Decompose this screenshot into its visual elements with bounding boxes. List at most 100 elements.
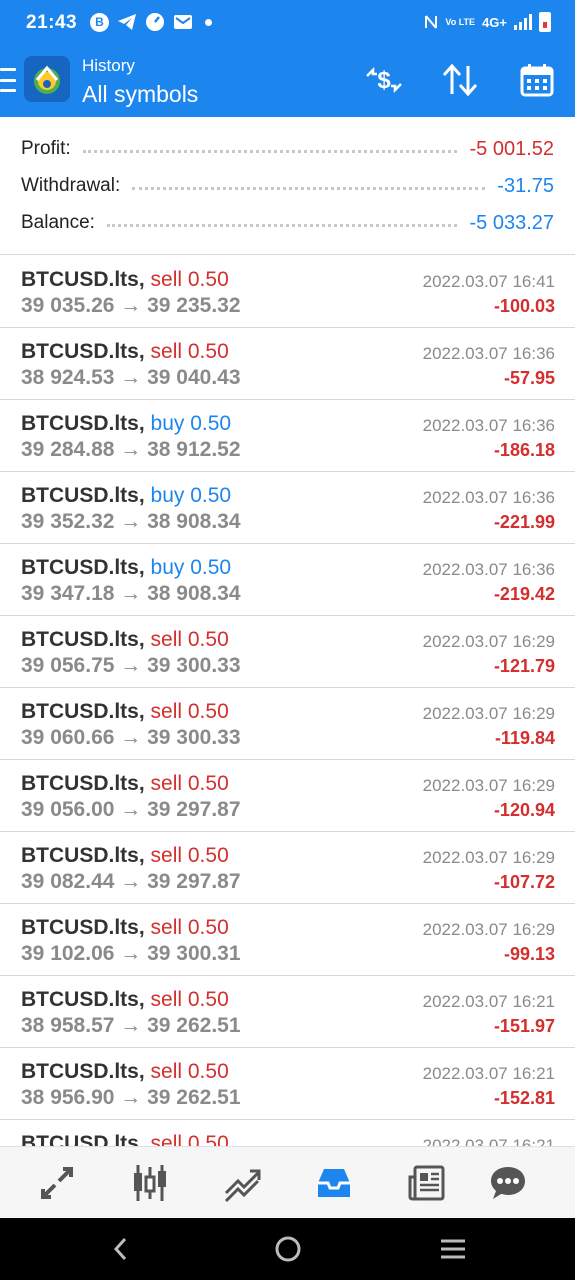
- deals-list[interactable]: BTCUSD.lts, sell 0.50 39 035.26 → 39 235.…: [0, 256, 575, 1146]
- deal-time: 2022.03.07 16:29: [422, 704, 555, 723]
- deal-row[interactable]: BTCUSD.lts, sell 0.50 2022.03.07 16:21: [0, 1120, 575, 1146]
- deal-symbol: BTCUSD.lts,: [21, 628, 145, 651]
- deal-row[interactable]: BTCUSD.lts, sell 0.50 38 958.57 → 39 262.…: [0, 976, 575, 1048]
- menu-icon[interactable]: [0, 68, 16, 92]
- mail-icon: [174, 15, 192, 29]
- deal-symbol: BTCUSD.lts,: [21, 916, 145, 939]
- deal-time: 2022.03.07 16:36: [422, 488, 555, 507]
- deal-time: 2022.03.07 16:21: [422, 1136, 555, 1146]
- sort-icon[interactable]: [440, 60, 480, 100]
- deal-time: 2022.03.07 16:41: [422, 272, 555, 291]
- history-icon[interactable]: [311, 1161, 357, 1205]
- deal-profit: -151.97: [493, 1016, 555, 1036]
- bottom-nav: [0, 1146, 575, 1218]
- dotted-leader: [132, 186, 486, 190]
- deal-row[interactable]: BTCUSD.lts, sell 0.50 38 956.90 → 39 262.…: [0, 1048, 575, 1120]
- status-system-icons: Vo LTE 4G+: [424, 12, 551, 32]
- network-label: 4G+: [482, 14, 507, 30]
- deal-profit: -99.13: [503, 944, 555, 964]
- deal-row[interactable]: BTCUSD.lts, sell 0.50 39 082.44 → 39 297.…: [0, 832, 575, 904]
- status-bar: 21:43 B Vo LTE 4G+: [0, 0, 575, 48]
- deal-row[interactable]: BTCUSD.lts, sell 0.50 39 056.75 → 39 300.…: [0, 616, 575, 688]
- deal-symbol: BTCUSD.lts,: [21, 772, 145, 795]
- deal-symbol: BTCUSD.lts,: [21, 844, 145, 867]
- deal-prices: 39 082.44 → 39 297.87: [21, 870, 241, 893]
- back-icon[interactable]: [106, 1234, 136, 1264]
- nfc-icon: [425, 15, 438, 29]
- header-subtitle: History: [82, 56, 135, 75]
- deal-symbol: BTCUSD.lts,: [21, 340, 145, 363]
- deal-side: sell 0.50: [150, 1132, 229, 1146]
- deal-symbol-line: BTCUSD.lts, buy 0.50: [21, 484, 231, 508]
- profit-label: Profit:: [21, 138, 71, 159]
- deal-row[interactable]: BTCUSD.lts, buy 0.50 39 284.88 → 38 912.5…: [0, 400, 575, 472]
- deal-prices: 38 956.90 → 39 262.51: [21, 1086, 241, 1109]
- deal-symbol-line: BTCUSD.lts, sell 0.50: [21, 916, 229, 940]
- deal-row[interactable]: BTCUSD.lts, buy 0.50 39 352.32 → 38 908.3…: [0, 472, 575, 544]
- deal-symbol: BTCUSD.lts,: [21, 1060, 145, 1083]
- dotted-leader: [106, 223, 458, 227]
- deal-symbol-line: BTCUSD.lts, sell 0.50: [21, 700, 229, 724]
- deal-side: sell 0.50: [150, 1060, 229, 1083]
- app-logo[interactable]: [24, 56, 70, 102]
- deal-profit: -57.95: [503, 368, 555, 388]
- deal-time: 2022.03.07 16:21: [422, 1064, 555, 1083]
- news-icon[interactable]: [404, 1161, 450, 1205]
- speedometer-icon: [146, 13, 164, 31]
- withdrawal-label: Withdrawal:: [21, 175, 121, 196]
- recents-icon[interactable]: [438, 1234, 468, 1264]
- deal-side: sell 0.50: [150, 772, 229, 795]
- deal-row[interactable]: BTCUSD.lts, sell 0.50 38 924.53 → 39 040.…: [0, 328, 575, 400]
- balance-label: Balance:: [21, 212, 95, 233]
- calendar-icon[interactable]: [517, 60, 557, 100]
- deal-profit: -107.72: [493, 872, 555, 892]
- deal-side: sell 0.50: [150, 628, 229, 651]
- deal-row[interactable]: BTCUSD.lts, sell 0.50 39 102.06 → 39 300.…: [0, 904, 575, 976]
- deal-profit: -100.03: [493, 296, 555, 316]
- deal-prices: 39 352.32 → 38 908.34: [21, 510, 241, 533]
- balance-row: Balance: -5 033.27: [21, 208, 554, 238]
- header-title: All symbols: [82, 81, 199, 107]
- deal-symbol-line: BTCUSD.lts, sell 0.50: [21, 844, 229, 868]
- balance-value: -5 033.27: [469, 211, 554, 234]
- deal-symbol-line: BTCUSD.lts, sell 0.50: [21, 988, 229, 1012]
- deal-prices: 39 347.18 → 38 908.34: [21, 582, 241, 605]
- deal-symbol: BTCUSD.lts,: [21, 484, 145, 507]
- deal-side: sell 0.50: [150, 844, 229, 867]
- deal-row[interactable]: BTCUSD.lts, sell 0.50 39 035.26 → 39 235.…: [0, 256, 575, 328]
- deal-time: 2022.03.07 16:29: [422, 848, 555, 867]
- deal-row[interactable]: BTCUSD.lts, sell 0.50 39 056.00 → 39 297.…: [0, 760, 575, 832]
- telegram-icon: [118, 14, 136, 30]
- deal-symbol-line: BTCUSD.lts, buy 0.50: [21, 556, 231, 580]
- deal-profit: -221.99: [493, 512, 555, 532]
- deal-symbol: BTCUSD.lts,: [21, 700, 145, 723]
- deal-row[interactable]: BTCUSD.lts, buy 0.50 39 347.18 → 38 908.3…: [0, 544, 575, 616]
- currency-exchange-icon[interactable]: $: [364, 60, 404, 100]
- quotes-icon[interactable]: [34, 1161, 80, 1205]
- deal-symbol: BTCUSD.lts,: [21, 1132, 145, 1146]
- dotted-leader: [82, 149, 458, 153]
- deal-symbol-line: BTCUSD.lts, sell 0.50: [21, 628, 229, 652]
- deal-time: 2022.03.07 16:29: [422, 632, 555, 651]
- trade-icon[interactable]: [219, 1161, 265, 1205]
- profit-row: Profit: -5 001.52: [21, 134, 554, 164]
- chat-icon[interactable]: [485, 1161, 531, 1205]
- deal-time: 2022.03.07 16:36: [422, 416, 555, 435]
- battery-icon: [539, 12, 551, 32]
- notification-dot: [205, 18, 212, 26]
- chart-icon[interactable]: [127, 1161, 173, 1205]
- volte-label: Vo LTE: [445, 16, 476, 27]
- deal-symbol-line: BTCUSD.lts, sell 0.50: [21, 1060, 229, 1084]
- home-icon[interactable]: [273, 1234, 303, 1264]
- deal-prices: 39 035.26 → 39 235.32: [21, 294, 241, 317]
- top-bar: 21:43 B Vo LTE 4G+ History All symbols $: [0, 0, 575, 117]
- deal-time: 2022.03.07 16:36: [422, 344, 555, 363]
- deal-profit: -119.84: [494, 728, 555, 748]
- deal-prices: 38 958.57 → 39 262.51: [21, 1014, 241, 1037]
- withdrawal-row: Withdrawal: -31.75: [21, 171, 554, 201]
- system-nav-bar: [0, 1218, 575, 1280]
- deal-symbol: BTCUSD.lts,: [21, 412, 145, 435]
- b-icon: B: [90, 12, 109, 32]
- deal-time: 2022.03.07 16:21: [422, 992, 555, 1011]
- deal-row[interactable]: BTCUSD.lts, sell 0.50 39 060.66 → 39 300.…: [0, 688, 575, 760]
